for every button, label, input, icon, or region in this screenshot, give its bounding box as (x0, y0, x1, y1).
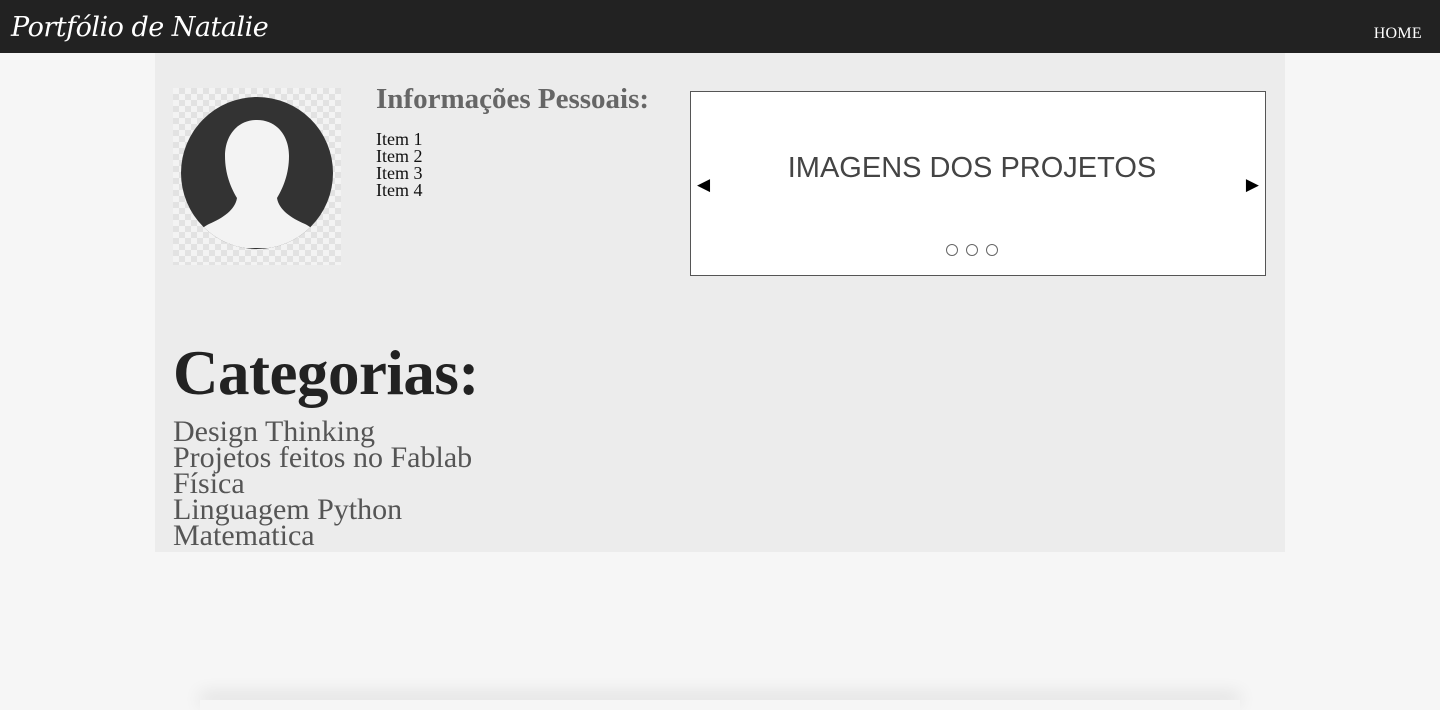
info-item: Item 4 (376, 180, 423, 200)
categories-title: Categorias: (173, 338, 479, 408)
carousel-prev-arrow-icon[interactable]: ◀ (697, 177, 710, 194)
navbar: Portfólio de Natalie HOME (0, 0, 1440, 53)
carousel-indicator[interactable] (966, 244, 978, 256)
info-list: Item 1 Item 2 Item 3 Item 4 (376, 130, 423, 200)
footer-shadow (200, 700, 1240, 710)
avatar (173, 88, 341, 265)
carousel-caption: IMAGENS DOS PROJETOS (787, 152, 1157, 184)
carousel-indicators (946, 244, 998, 256)
info-title: Informações Pessoais: (376, 83, 650, 115)
project-carousel: IMAGENS DOS PROJETOS ◀ ▶ (690, 91, 1266, 276)
nav-home-link[interactable]: HOME (1374, 26, 1422, 42)
category-item-matematica[interactable]: Matematica (173, 521, 472, 551)
carousel-indicator[interactable] (946, 244, 958, 256)
carousel-next-arrow-icon[interactable]: ▶ (1246, 177, 1259, 194)
main-container: Informações Pessoais: Item 1 Item 2 Item… (155, 53, 1285, 552)
categories-list: Design Thinking Projetos feitos no Fabla… (173, 417, 472, 551)
carousel-indicator[interactable] (986, 244, 998, 256)
brand-link[interactable]: Portfólio de Natalie (11, 14, 269, 41)
user-silhouette-icon (181, 97, 333, 249)
